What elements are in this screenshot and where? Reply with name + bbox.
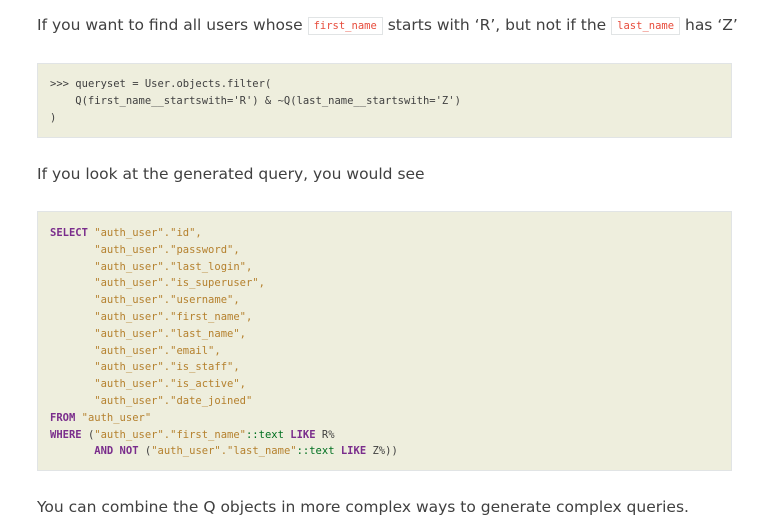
sql-line-column: "auth_user"."first_name", xyxy=(50,309,731,326)
sql-column: "auth_user"."email", xyxy=(94,344,221,357)
intro-text-middle: starts with ‘R’, but not if the xyxy=(382,16,612,34)
sql-line-column: "auth_user"."last_login", xyxy=(50,259,731,276)
sql-code-block: SELECT "auth_user"."id", "auth_user"."pa… xyxy=(37,211,732,471)
sql-line-and-not: AND NOT ("auth_user"."last_name"::text L… xyxy=(50,443,731,460)
sql-cast: ::text xyxy=(245,428,284,441)
sql-table: "auth_user" xyxy=(81,411,152,424)
sql-line-select: SELECT "auth_user"."id", xyxy=(50,225,731,242)
sql-column: "auth_user"."last_name" xyxy=(151,445,297,458)
intro-text-before: If you want to find all users whose xyxy=(37,16,308,34)
code-line: >>> queryset = User.objects.filter( xyxy=(50,76,731,93)
sql-keyword: AND NOT xyxy=(94,445,139,458)
code-line: Q(first_name__startswith='R') & ~Q(last_… xyxy=(50,94,461,107)
sql-keyword: LIKE xyxy=(290,428,316,441)
sql-keyword: SELECT xyxy=(50,227,88,239)
sql-column: "auth_user"."password", xyxy=(94,243,240,256)
sql-line-column: "auth_user"."last_name", xyxy=(50,326,731,343)
sql-value: R% xyxy=(321,428,335,441)
code-line: ) xyxy=(50,111,57,124)
sql-keyword: WHERE xyxy=(50,428,82,441)
sql-column: "auth_user"."first_name" xyxy=(94,428,246,441)
sql-column: "auth_user"."is_staff", xyxy=(94,361,240,374)
sql-line-column: "auth_user"."email", xyxy=(50,343,731,360)
sql-column: "auth_user"."id", xyxy=(94,227,202,239)
sql-column: "auth_user"."date_joined" xyxy=(94,394,253,407)
inline-code-first-name: first_name xyxy=(307,17,383,35)
sql-cast: ::text xyxy=(296,445,335,458)
sql-keyword: FROM xyxy=(50,411,76,424)
intro-paragraph: If you want to find all users whose firs… xyxy=(37,14,738,37)
sql-keyword: LIKE xyxy=(340,445,367,458)
intro-text-after: has ‘Z’ xyxy=(680,16,738,34)
sql-column: "auth_user"."is_active", xyxy=(94,378,246,391)
sql-column: "auth_user"."last_name", xyxy=(94,327,246,340)
sql-line-column: "auth_user"."password", xyxy=(50,242,731,259)
inline-code-last-name: last_name xyxy=(611,17,681,35)
query-intro-paragraph: If you look at the generated query, you … xyxy=(37,165,425,183)
sql-value: Z%)) xyxy=(372,445,398,458)
sql-column: "auth_user"."is_superuser", xyxy=(94,277,265,290)
sql-line-column: "auth_user"."is_superuser", xyxy=(50,275,731,292)
outro-paragraph: You can combine the Q objects in more co… xyxy=(37,498,689,516)
sql-column: "auth_user"."username", xyxy=(94,294,240,307)
python-prompt: >>> xyxy=(50,78,76,90)
sql-line-where: WHERE ("auth_user"."first_name"::text LI… xyxy=(50,427,731,444)
sql-line-column: "auth_user"."date_joined" xyxy=(50,393,731,410)
sql-column: "auth_user"."first_name", xyxy=(94,310,253,323)
sql-column: "auth_user"."last_login", xyxy=(94,260,253,273)
sql-line-from: FROM "auth_user" xyxy=(50,410,731,427)
python-code-block: >>> queryset = User.objects.filter( Q(fi… xyxy=(37,63,732,138)
sql-line-column: "auth_user"."is_staff", xyxy=(50,359,731,376)
python-statement: queryset = User.objects.filter( xyxy=(75,78,272,90)
sql-line-column: "auth_user"."is_active", xyxy=(50,376,731,393)
sql-line-column: "auth_user"."username", xyxy=(50,292,731,309)
